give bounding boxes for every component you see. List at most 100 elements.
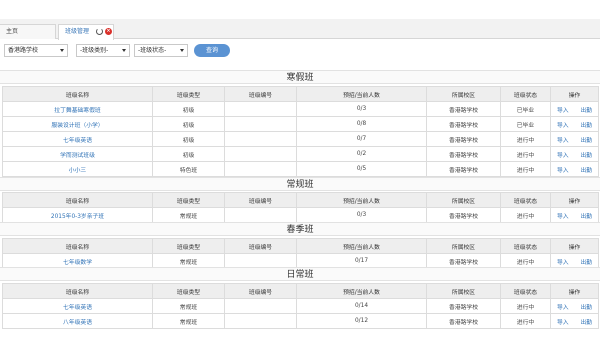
import-link[interactable]: 导入	[552, 120, 575, 129]
table-row: 七年级英语 常规班 0/14 香港路学校 进行中 导入 出勤	[2, 298, 599, 314]
category-select[interactable]: -班级类别-	[76, 44, 130, 57]
attendance-link[interactable]: 出勤	[575, 165, 598, 174]
school-select-value: 香港路学校	[8, 47, 39, 54]
import-link[interactable]: 导入	[552, 317, 575, 326]
row-actions: 导入 出勤	[550, 298, 599, 314]
chevron-down-icon	[122, 49, 126, 52]
import-link[interactable]: 导入	[552, 302, 575, 311]
enrollment-count: 0/12	[296, 313, 427, 329]
attendance-link[interactable]: 出勤	[575, 150, 598, 159]
enrollment-count: 0/3	[296, 207, 427, 223]
class-name-link[interactable]: 服装设计班（小学）	[2, 116, 153, 132]
class-table: 班级名称 班级类型 班级编号 预招/当前人数 所属校区 班级状态 操作 2015…	[2, 192, 599, 223]
class-name-link[interactable]: 2015年0-3岁亲子班	[2, 207, 153, 223]
campus: 香港路学校	[426, 116, 501, 132]
column-header: 班级类型	[152, 283, 225, 299]
tab-class-management[interactable]: 班级管理 ×	[58, 24, 114, 40]
class-name-link[interactable]: 七年级英语	[2, 298, 153, 314]
import-link[interactable]: 导入	[552, 257, 575, 266]
class-table: 班级名称 班级类型 班级编号 预招/当前人数 所属校区 班级状态 操作 拉丁舞基…	[2, 86, 599, 177]
campus: 香港路学校	[426, 146, 501, 162]
attendance-link[interactable]: 出勤	[575, 302, 598, 311]
import-link[interactable]: 导入	[552, 211, 575, 220]
enrollment-count: 0/3	[296, 101, 427, 117]
class-name-link[interactable]: 八年级英语	[2, 313, 153, 329]
close-icon[interactable]: ×	[105, 28, 112, 35]
enrollment-count: 0/7	[296, 131, 427, 147]
row-actions: 导入 出勤	[550, 116, 599, 132]
row-actions: 导入 出勤	[550, 313, 599, 329]
attendance-link[interactable]: 出勤	[575, 257, 598, 266]
column-header: 所属校区	[426, 238, 501, 254]
class-code	[224, 313, 297, 329]
chevron-down-icon	[60, 49, 64, 52]
column-header: 预招/当前人数	[296, 192, 427, 208]
column-header: 班级编号	[224, 283, 297, 299]
column-header: 班级编号	[224, 192, 297, 208]
class-status: 进行中	[500, 146, 551, 162]
attendance-link[interactable]: 出勤	[575, 135, 598, 144]
row-actions: 导入 出勤	[550, 207, 599, 223]
category-select-value: -班级类别-	[80, 47, 109, 54]
class-name-link[interactable]: 拉丁舞基础寒假班	[2, 101, 153, 117]
column-header: 班级状态	[500, 192, 551, 208]
class-code	[224, 101, 297, 117]
table-row: 八年级英语 常规班 0/12 香港路学校 进行中 导入 出勤	[2, 313, 599, 329]
campus: 香港路学校	[426, 161, 501, 177]
column-header: 班级名称	[2, 238, 153, 254]
class-table: 班级名称 班级类型 班级编号 预招/当前人数 所属校区 班级状态 操作 七年级数…	[2, 238, 599, 269]
column-header: 班级编号	[224, 86, 297, 102]
import-link[interactable]: 导入	[552, 165, 575, 174]
enrollment-count: 0/8	[296, 116, 427, 132]
class-type: 特色班	[152, 161, 225, 177]
attendance-link[interactable]: 出勤	[575, 211, 598, 220]
class-status: 进行中	[500, 207, 551, 223]
class-type: 常规班	[152, 298, 225, 314]
class-status: 已毕业	[500, 116, 551, 132]
school-select[interactable]: 香港路学校	[4, 44, 68, 57]
row-actions: 导入 出勤	[550, 131, 599, 147]
section-title: 寒假班	[0, 70, 600, 84]
query-button[interactable]: 查询	[194, 44, 230, 57]
column-header: 操作	[550, 192, 599, 208]
status-select[interactable]: -班级状态-	[134, 44, 188, 57]
class-code	[224, 146, 297, 162]
class-table: 班级名称 班级类型 班级编号 预招/当前人数 所属校区 班级状态 操作 七年级英…	[2, 283, 599, 329]
column-header: 班级名称	[2, 192, 153, 208]
attendance-link[interactable]: 出勤	[575, 317, 598, 326]
class-status: 进行中	[500, 131, 551, 147]
class-name-link[interactable]: 学而测试班级	[2, 146, 153, 162]
section-title: 日常班	[0, 267, 600, 281]
column-header: 操作	[550, 86, 599, 102]
attendance-link[interactable]: 出勤	[575, 120, 598, 129]
attendance-link[interactable]: 出勤	[575, 105, 598, 114]
import-link[interactable]: 导入	[552, 135, 575, 144]
refresh-icon[interactable]	[96, 28, 103, 35]
table-row: 小小三 特色班 0/5 香港路学校 进行中 导入 出勤	[2, 161, 599, 177]
class-name-link[interactable]: 七年级英语	[2, 131, 153, 147]
class-status: 进行中	[500, 161, 551, 177]
class-status: 进行中	[500, 298, 551, 314]
class-code	[224, 298, 297, 314]
enrollment-count: 0/5	[296, 161, 427, 177]
import-link[interactable]: 导入	[552, 105, 575, 114]
column-header: 班级状态	[500, 238, 551, 254]
column-header: 班级类型	[152, 192, 225, 208]
table-row: 学而测试班级 初级 0/2 香港路学校 进行中 导入 出勤	[2, 146, 599, 162]
import-link[interactable]: 导入	[552, 150, 575, 159]
row-actions: 导入 出勤	[550, 161, 599, 177]
column-header: 班级编号	[224, 238, 297, 254]
class-status: 已毕业	[500, 101, 551, 117]
tab-home[interactable]: 主页	[0, 24, 56, 39]
tab-class-management-label: 班级管理	[65, 28, 90, 35]
table-header-row: 班级名称 班级类型 班级编号 预招/当前人数 所属校区 班级状态 操作	[2, 86, 599, 102]
section-title: 常规班	[0, 177, 600, 191]
campus: 香港路学校	[426, 207, 501, 223]
class-type: 常规班	[152, 207, 225, 223]
table-row: 拉丁舞基础寒假班 初级 0/3 香港路学校 已毕业 导入 出勤	[2, 101, 599, 117]
class-code	[224, 131, 297, 147]
table-row: 服装设计班（小学） 初级 0/8 香港路学校 已毕业 导入 出勤	[2, 116, 599, 132]
table-header-row: 班级名称 班级类型 班级编号 预招/当前人数 所属校区 班级状态 操作	[2, 283, 599, 299]
class-name-link[interactable]: 小小三	[2, 161, 153, 177]
column-header: 班级类型	[152, 86, 225, 102]
